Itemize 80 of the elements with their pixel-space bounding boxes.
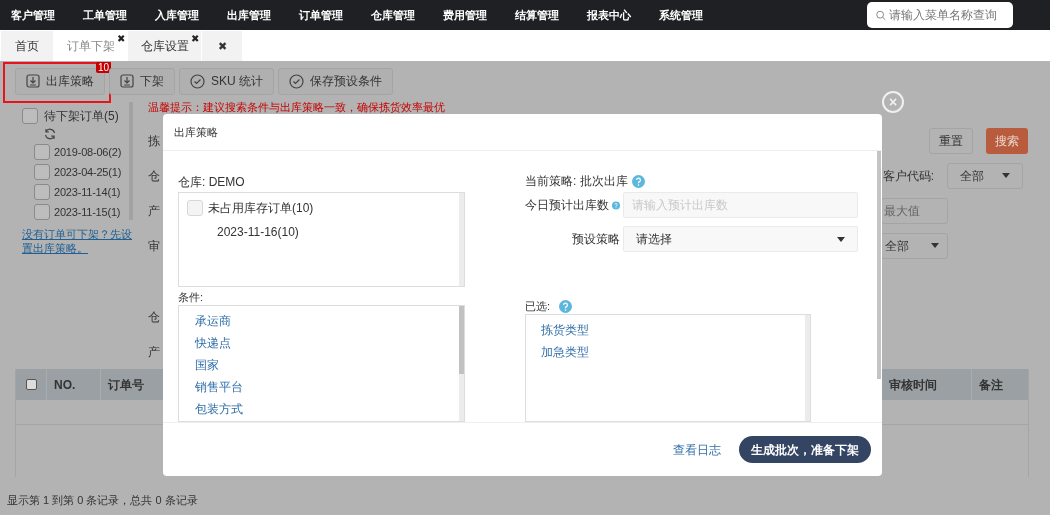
condition-item[interactable]: 承运商: [195, 309, 231, 332]
search-icon: [876, 9, 886, 21]
nav-menu-item[interactable]: 系统管理: [659, 6, 703, 24]
field-label: 预设策略: [572, 231, 620, 248]
nav-menu-item[interactable]: 报表中心: [587, 6, 631, 24]
filter-label: 仓: [148, 308, 160, 326]
check-circle-icon: [190, 73, 205, 89]
nav-menu-item[interactable]: 订单管理: [299, 6, 343, 24]
checkbox[interactable]: [34, 204, 50, 220]
page-tab[interactable]: 首页: [1, 31, 53, 61]
nav-menu-item[interactable]: 费用管理: [443, 6, 487, 24]
menu-search-field[interactable]: 请输入菜单名称查询: [867, 2, 1013, 28]
tree-node-label[interactable]: 2023-11-14(1): [54, 183, 121, 201]
selected-item[interactable]: 拣货类型: [541, 319, 589, 341]
caret-icon: [837, 236, 845, 242]
tree-node-label[interactable]: 2019-08-06(2): [54, 143, 122, 161]
dialog-title: 出库策略: [163, 114, 882, 151]
selected-item[interactable]: 加急类型: [541, 341, 589, 363]
selected-label: 已选:: [525, 298, 551, 314]
condition-item[interactable]: 包装方式: [195, 397, 243, 420]
nav-menu-item[interactable]: 出库管理: [227, 6, 271, 24]
filter-label: 仓: [148, 167, 160, 185]
nav-menu-item[interactable]: 工单管理: [83, 6, 127, 24]
tab-close-button[interactable]: ✖: [191, 34, 199, 44]
select-all-checkbox[interactable]: [25, 379, 37, 390]
list-scrollbar[interactable]: [459, 305, 464, 374]
status-bar-text: 显示第 1 到第 0 条记录，总共 0 条记录: [6, 493, 199, 508]
toolbar-button[interactable]: SKU 统计: [179, 67, 274, 95]
view-log-link[interactable]: 查看日志: [673, 440, 721, 459]
checkbox[interactable]: [22, 108, 38, 124]
tree-node-label[interactable]: 2023-11-15(1): [54, 203, 121, 221]
close-all-tab[interactable]: ✖: [202, 31, 242, 61]
max-value-field[interactable]: 最大值: [881, 197, 948, 224]
filter-label: 产: [148, 343, 160, 361]
tree-node-label[interactable]: 待下架订单(5): [44, 107, 119, 125]
warehouse-label: 仓库: DEMO: [178, 174, 246, 189]
filter-label: 拣: [148, 132, 160, 150]
condition-item[interactable]: 快递点: [195, 331, 231, 354]
nav-menu-item[interactable]: 客户管理: [11, 6, 55, 24]
caret-icon: [931, 243, 939, 248]
toolbar-button[interactable]: 下架: [109, 67, 175, 95]
tab-close-button[interactable]: ✖: [117, 34, 125, 44]
nav-menu-item[interactable]: 仓库管理: [371, 6, 415, 24]
checkbox[interactable]: [34, 184, 50, 200]
help-icon[interactable]: [559, 299, 573, 313]
checkbox[interactable]: [34, 164, 50, 180]
nav-menu-item[interactable]: 入库管理: [155, 6, 199, 24]
reset-button[interactable]: 重置: [929, 127, 973, 154]
warning-text: 温馨提示：建议搜索条件与出库策略一致，确保拣货效率最优: [148, 101, 445, 115]
dialog-scrollbar[interactable]: [877, 151, 881, 379]
search-button[interactable]: 搜索: [986, 127, 1028, 154]
page-tab[interactable]: 仓库设置 ✖: [128, 31, 201, 61]
customer-code-select[interactable]: 全部: [947, 162, 1023, 189]
current-strategy-value: 批次出库: [580, 173, 629, 190]
column-header: 备注: [971, 369, 1028, 400]
column-header: NO.: [47, 369, 101, 400]
checkbox[interactable]: [34, 144, 50, 160]
help-icon[interactable]: [632, 174, 646, 188]
nav-menu-item[interactable]: 结算管理: [515, 6, 559, 24]
toolbar-button[interactable]: 保存预设条件: [278, 67, 393, 95]
filter-label: 产: [148, 202, 160, 220]
tree-node-label[interactable]: 2023-04-25(1): [54, 163, 122, 181]
caret-icon: [1002, 173, 1010, 178]
generate-batch-button[interactable]: 生成批次，准备下架: [739, 436, 871, 463]
preset-strategy-select[interactable]: 请选择: [623, 226, 858, 252]
download-icon: [120, 74, 134, 88]
strategy-hint-link[interactable]: 没有订单可下架？先设置出库策略。: [22, 227, 132, 255]
check-circle-icon: [289, 73, 304, 89]
condition-item[interactable]: 销售平台: [195, 375, 243, 398]
tree-node-label[interactable]: 2023-11-16(10): [217, 223, 299, 241]
refresh-icon[interactable]: [44, 128, 56, 140]
customer-code-label: 客户代码:: [882, 167, 934, 185]
field-label: 今日预计出库数: [525, 197, 609, 214]
condition-item[interactable]: 国家: [195, 353, 219, 376]
current-strategy-label: 当前策略:: [525, 173, 577, 190]
download-icon: [26, 74, 40, 88]
filter-label: 审: [148, 237, 160, 255]
tree-node-label[interactable]: 未占用库存订单(10): [208, 199, 314, 217]
conditions-label: 条件:: [178, 289, 205, 305]
count-badge: 10: [95, 61, 111, 73]
